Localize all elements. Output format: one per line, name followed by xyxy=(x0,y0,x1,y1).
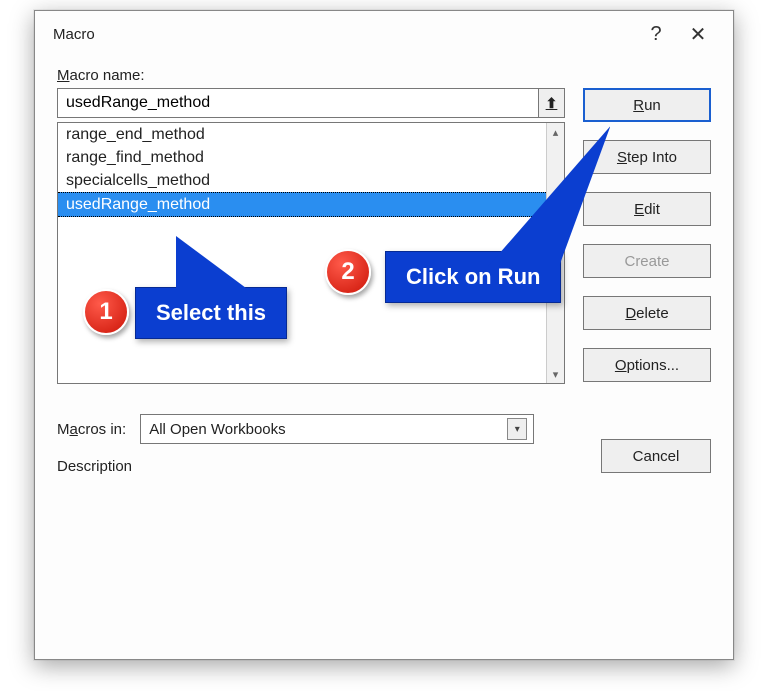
scroll-up-icon[interactable]: ▴ xyxy=(547,123,564,141)
help-icon: ? xyxy=(650,23,661,46)
titlebar: Macro ? ✕ xyxy=(35,11,733,57)
options-button[interactable]: Options... xyxy=(583,348,711,382)
delete-button[interactable]: Delete xyxy=(583,296,711,330)
scroll-down-icon[interactable]: ▾ xyxy=(547,365,564,383)
run-button[interactable]: Run xyxy=(583,88,711,122)
macro-name-input[interactable] xyxy=(57,88,539,118)
chevron-down-icon: ▾ xyxy=(507,418,527,440)
close-icon: ✕ xyxy=(690,22,707,47)
macros-in-dropdown[interactable]: All Open Workbooks ▾ xyxy=(140,414,534,444)
callout-run: Click on Run xyxy=(385,251,561,303)
up-arrow-icon: ⬆ xyxy=(546,95,558,112)
list-item[interactable]: specialcells_method xyxy=(58,169,564,192)
badge-2: 2 xyxy=(325,249,371,295)
badge-1: 1 xyxy=(83,289,129,335)
cancel-button[interactable]: Cancel xyxy=(601,439,711,473)
macros-in-label: Macros in: xyxy=(57,421,126,438)
dialog-content: Macro name: ⬆ range_end_method range_fin… xyxy=(35,57,733,493)
callout-select: Select this xyxy=(135,287,287,339)
create-button: Create xyxy=(583,244,711,278)
edit-button[interactable]: Edit xyxy=(583,192,711,226)
dialog-title: Macro xyxy=(53,26,635,43)
list-item[interactable]: range_find_method xyxy=(58,146,564,169)
help-button[interactable]: ? xyxy=(635,18,677,50)
list-item-selected[interactable]: usedRange_method xyxy=(58,192,564,217)
select-macro-button[interactable]: ⬆ xyxy=(539,88,565,118)
close-button[interactable]: ✕ xyxy=(677,18,719,50)
list-item[interactable]: range_end_method xyxy=(58,123,564,146)
macro-name-label: Macro name: xyxy=(57,67,711,84)
macros-in-selected: All Open Workbooks xyxy=(149,421,507,438)
